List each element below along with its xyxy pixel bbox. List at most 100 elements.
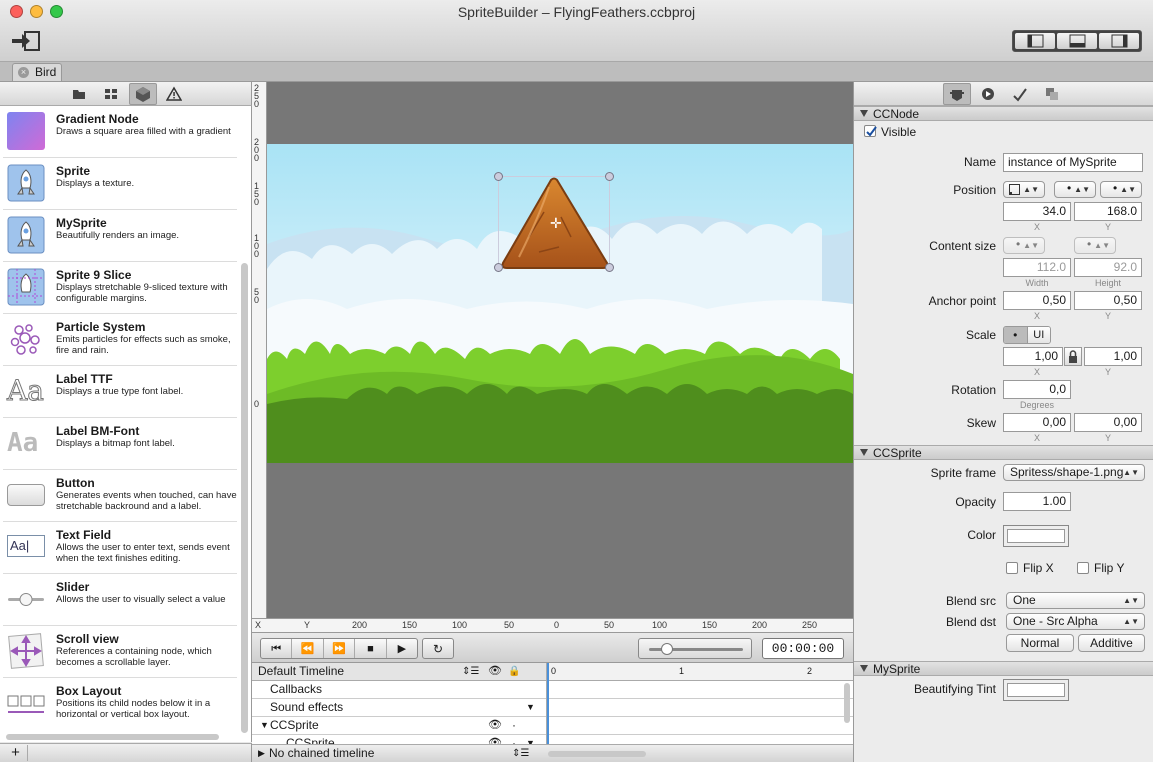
scale-lock-button[interactable]	[1064, 347, 1082, 366]
warning-tab-icon[interactable]	[165, 86, 183, 102]
sprite-frame-select[interactable]: Spritess/shape-1.png ▲▼	[1003, 464, 1145, 481]
stage-canvas[interactable]: ✛	[267, 82, 853, 618]
window-title: SpriteBuilder – FlyingFeathers.ccbproj	[457, 4, 696, 20]
tab-bird[interactable]: × Bird	[12, 63, 62, 81]
library-item-sprite[interactable]: Sprite Displays a texture.	[3, 158, 237, 210]
section-ccsprite-header[interactable]: CCSprite	[854, 445, 1153, 460]
playback-buttons: ⏮ ⏪ ⏩ ■ ▶	[260, 638, 418, 659]
timecode-display[interactable]: 00:00:00	[762, 638, 844, 659]
library-item-label-ttf[interactable]: Aa Label TTF Displays a true type font l…	[3, 366, 237, 418]
resize-handle[interactable]	[605, 172, 614, 181]
blend-additive-button[interactable]: Additive	[1078, 634, 1145, 652]
section-ccnode-header[interactable]: CCNode	[854, 106, 1153, 121]
label-ttf-icon: Aa	[7, 374, 45, 408]
timeline-menu-icon[interactable]: ⇕☰	[462, 663, 479, 680]
visible-checkbox[interactable]	[864, 125, 877, 137]
resize-handle[interactable]	[494, 172, 503, 181]
rotation-field[interactable]: 0,0	[1003, 380, 1071, 399]
library-item-slider[interactable]: Slider Allows the user to visually selec…	[3, 574, 237, 626]
chained-menu-icon[interactable]: ⇕☰	[512, 745, 529, 762]
disclosure-triangle-icon[interactable]: ▼	[260, 717, 269, 734]
go-to-start-button[interactable]: ⏮	[261, 639, 293, 658]
skew-x-field[interactable]: 0,00	[1003, 413, 1071, 432]
timeline-row-ccsprite[interactable]: ▼ CCSprite 👁 ·	[252, 717, 853, 735]
opacity-field[interactable]: 1.00	[1003, 492, 1071, 511]
chained-disclosure-icon[interactable]: ▶	[258, 745, 265, 762]
blend-normal-button[interactable]: Normal	[1006, 634, 1074, 652]
library-item-label-bmfont[interactable]: Aa Label BM-Font Displays a bitmap font …	[3, 418, 237, 470]
templates-tab-icon[interactable]	[1044, 86, 1060, 102]
content-size-label: Content size	[929, 239, 996, 253]
toggle-bottom-panel-button[interactable]	[1057, 33, 1097, 49]
library-item-particle-system[interactable]: Particle System Emits particles for effe…	[3, 314, 237, 366]
text-field-icon: Aa|	[7, 535, 45, 557]
content-height-unit-select[interactable]: • ▲▼	[1074, 237, 1116, 254]
position-x-field[interactable]: 34.0	[1003, 202, 1071, 221]
stop-button[interactable]: ■	[355, 639, 387, 658]
chained-timeline-selector[interactable]: No chained timeline	[269, 745, 374, 762]
library-item-mysprite[interactable]: MySprite Beautifully renders an image.	[3, 210, 237, 262]
slider-knob[interactable]	[661, 643, 673, 655]
library-item-scroll-view[interactable]: Scroll view References a containing node…	[3, 626, 237, 678]
blend-dst-select[interactable]: One - Src Alpha ▲▼	[1006, 613, 1145, 630]
timeline-zoom-slider[interactable]	[638, 638, 752, 659]
visibility-toggle-icon[interactable]: 👁	[488, 717, 502, 734]
resize-handle[interactable]	[605, 263, 614, 272]
toggle-left-panel-button[interactable]	[1015, 33, 1055, 49]
timeline-selector[interactable]: Default Timeline	[258, 663, 344, 680]
library-item-gradient-node[interactable]: Gradient Node Draws a square area filled…	[3, 106, 237, 158]
timeline-row-sound-effects[interactable]: Sound effects ▼	[252, 699, 853, 717]
library-vertical-scrollbar[interactable]	[241, 263, 248, 733]
flip-y-checkbox[interactable]	[1077, 562, 1089, 574]
grid-tab-icon[interactable]	[103, 86, 119, 102]
exit-button[interactable]	[10, 30, 42, 52]
expand-arrow-icon[interactable]: ▼	[526, 699, 535, 716]
library-item-button[interactable]: Button Generates events when touched, ca…	[3, 470, 237, 522]
content-width-unit-select[interactable]: • ▲▼	[1003, 237, 1045, 254]
folder-tab-icon[interactable]	[71, 86, 87, 102]
library-item-box-layout[interactable]: Box Layout Positions its child nodes bel…	[3, 678, 237, 730]
sprite-selection-box[interactable]: ✛	[498, 176, 610, 269]
scale-y-field[interactable]: 1,00	[1084, 347, 1142, 366]
toggle-right-panel-button[interactable]	[1099, 33, 1139, 49]
scale-points-option[interactable]: •	[1004, 327, 1027, 343]
play-button[interactable]: ▶	[387, 639, 417, 658]
code-connections-tab-icon[interactable]	[980, 86, 996, 102]
library-horizontal-scrollbar[interactable]	[6, 734, 219, 740]
timeline-time-ruler[interactable]: 0 1 2	[547, 663, 853, 681]
color-well[interactable]	[1003, 525, 1069, 547]
content-width-field[interactable]: 112.0	[1003, 258, 1071, 277]
close-tab-icon[interactable]: ×	[18, 67, 29, 78]
timeline-scrollbar[interactable]	[844, 683, 850, 723]
sprite-frame-label: Sprite frame	[930, 466, 996, 480]
position-y-unit-select[interactable]: • ▲▼	[1100, 181, 1142, 198]
library-item-sprite-9-slice[interactable]: Sprite 9 Slice Displays stretchable 9-sl…	[3, 262, 237, 314]
lock-toggle[interactable]: ·	[512, 717, 516, 734]
timeline-horizontal-scrollbar[interactable]	[548, 751, 646, 757]
item-properties-tab[interactable]	[943, 83, 971, 105]
timeline-row-callbacks[interactable]: Callbacks	[252, 681, 853, 699]
blend-src-select[interactable]: One ▲▼	[1006, 592, 1145, 609]
skew-label: Skew	[966, 416, 996, 430]
beautifying-tint-color-well[interactable]	[1003, 679, 1069, 701]
flip-x-checkbox[interactable]	[1006, 562, 1018, 574]
anchor-x-field[interactable]: 0,50	[1003, 291, 1071, 310]
library-item-text-field[interactable]: Aa| Text Field Allows the user to enter …	[3, 522, 237, 574]
scale-x-field[interactable]: 1,00	[1003, 347, 1063, 366]
skew-y-field[interactable]: 0,00	[1074, 413, 1142, 432]
step-forward-button[interactable]: ⏩	[324, 639, 356, 658]
section-mysprite-header[interactable]: MySprite	[854, 661, 1153, 676]
content-height-field[interactable]: 92.0	[1074, 258, 1142, 277]
components-tab[interactable]	[129, 83, 157, 105]
loop-button[interactable]: ↻	[422, 638, 454, 659]
anchor-y-field[interactable]: 0,50	[1074, 291, 1142, 310]
position-x-unit-select[interactable]: • ▲▼	[1054, 181, 1096, 198]
step-back-button[interactable]: ⏪	[292, 639, 324, 658]
resize-handle[interactable]	[494, 263, 503, 272]
add-button[interactable]: +	[4, 745, 28, 761]
name-field[interactable]: instance of MySprite	[1003, 153, 1143, 172]
position-reference-corner-select[interactable]: ▲▼	[1003, 181, 1045, 198]
scale-ui-option[interactable]: UI	[1026, 327, 1050, 343]
physics-tab-icon[interactable]	[1012, 86, 1028, 102]
position-y-field[interactable]: 168.0	[1074, 202, 1142, 221]
